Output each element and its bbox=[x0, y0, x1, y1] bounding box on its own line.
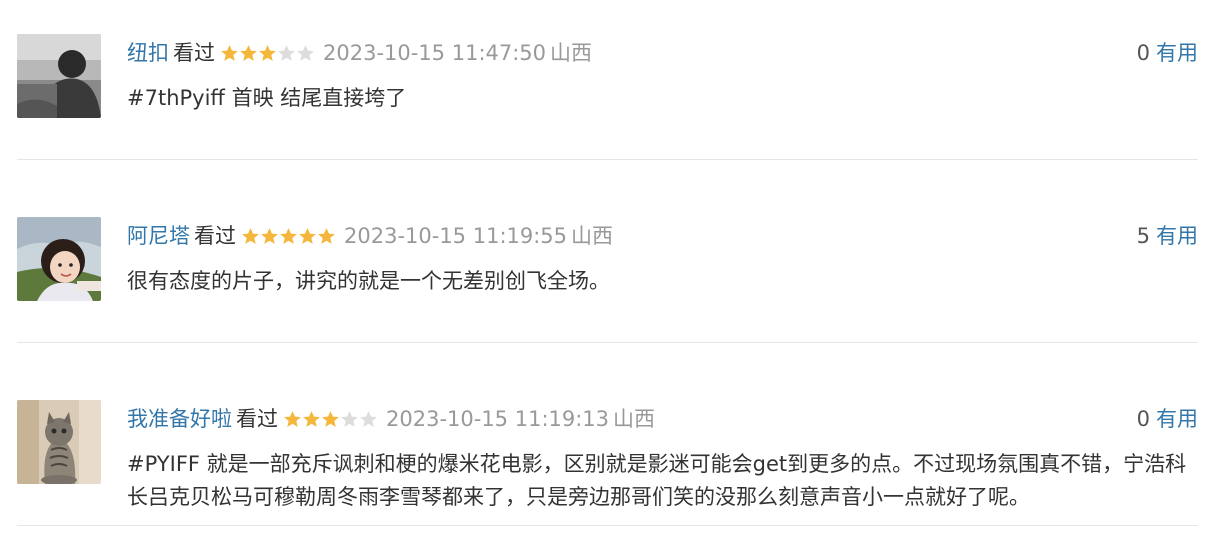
star-icon bbox=[242, 228, 259, 244]
comment-list: 纽扣 看过 2023-10-15 11:47:50 山西 0 有用 #7thPyiff … bbox=[0, 0, 1214, 559]
useful-vote-button[interactable]: 有用 bbox=[1156, 41, 1198, 65]
star-icon bbox=[221, 45, 238, 61]
star-icon bbox=[284, 411, 301, 427]
vote-count: 0 bbox=[1136, 407, 1150, 431]
rating-stars bbox=[241, 224, 336, 254]
rating-stars bbox=[283, 407, 378, 437]
comment-meta: 纽扣 看过 2023-10-15 11:47:50 山西 bbox=[127, 38, 592, 68]
divider bbox=[17, 525, 1198, 526]
comment-time: 2023-10-15 11:47:50 bbox=[323, 41, 547, 65]
watch-status: 看过 bbox=[236, 407, 278, 431]
username-link[interactable]: 纽扣 bbox=[127, 41, 169, 65]
star-icon bbox=[318, 228, 335, 244]
comment-time: 2023-10-15 11:19:13 bbox=[386, 407, 610, 431]
comment-item: 纽扣 看过 2023-10-15 11:47:50 山西 0 有用 #7thPyiff … bbox=[17, 0, 1198, 160]
comment-item: 阿尼塔 看过 2023-10-15 11:19:55 山西 5 有用 很有态度的片子，讲… bbox=[17, 183, 1198, 343]
star-icon bbox=[240, 45, 257, 61]
watch-status: 看过 bbox=[194, 224, 236, 248]
comment-text: #PYIFF 就是一部充斥讽刺和梗的爆米花电影，区别就是影迷可能会get到更多的… bbox=[127, 452, 1187, 509]
comment-location: 山西 bbox=[571, 224, 614, 248]
useful-vote-button[interactable]: 有用 bbox=[1156, 224, 1198, 248]
comment-location: 山西 bbox=[613, 407, 656, 431]
useful-vote-button[interactable]: 有用 bbox=[1156, 407, 1198, 431]
vote-area: 0 有用 bbox=[1137, 404, 1198, 434]
comment-text: 很有态度的片子，讲究的就是一个无差别创飞全场。 bbox=[127, 269, 610, 293]
star-icon bbox=[322, 411, 339, 427]
comment-time: 2023-10-15 11:19:55 bbox=[344, 224, 568, 248]
vote-count: 5 bbox=[1136, 224, 1150, 248]
user-avatar[interactable] bbox=[17, 34, 101, 118]
watch-status: 看过 bbox=[173, 41, 215, 65]
divider bbox=[17, 159, 1198, 160]
rating-stars bbox=[220, 41, 315, 71]
comment-location: 山西 bbox=[550, 41, 593, 65]
user-avatar-image bbox=[17, 34, 101, 118]
comment-item: 我准备好啦 看过 2023-10-15 11:19:13 山西 0 有用 #PYIFF … bbox=[17, 366, 1198, 526]
user-avatar[interactable] bbox=[17, 400, 101, 484]
comment-meta: 阿尼塔 看过 2023-10-15 11:19:55 山西 bbox=[127, 221, 613, 251]
vote-area: 0 有用 bbox=[1137, 38, 1198, 68]
comment-meta: 我准备好啦 看过 2023-10-15 11:19:13 山西 bbox=[127, 404, 655, 434]
star-icon bbox=[259, 45, 276, 61]
star-icon bbox=[278, 45, 295, 61]
username-link[interactable]: 阿尼塔 bbox=[127, 224, 190, 248]
star-icon bbox=[297, 45, 314, 61]
star-icon bbox=[299, 228, 316, 244]
cat-avatar-image bbox=[17, 400, 101, 484]
vote-area: 5 有用 bbox=[1137, 221, 1198, 251]
star-icon bbox=[341, 411, 358, 427]
user-avatar[interactable] bbox=[17, 217, 101, 301]
star-icon bbox=[360, 411, 377, 427]
comment-text: #7thPyiff 首映 结尾直接垮了 bbox=[127, 86, 407, 110]
user-avatar-image bbox=[17, 217, 101, 301]
username-link[interactable]: 我准备好啦 bbox=[127, 407, 232, 431]
star-icon bbox=[261, 228, 278, 244]
star-icon bbox=[303, 411, 320, 427]
divider bbox=[17, 342, 1198, 343]
star-icon bbox=[280, 228, 297, 244]
vote-count: 0 bbox=[1136, 41, 1150, 65]
